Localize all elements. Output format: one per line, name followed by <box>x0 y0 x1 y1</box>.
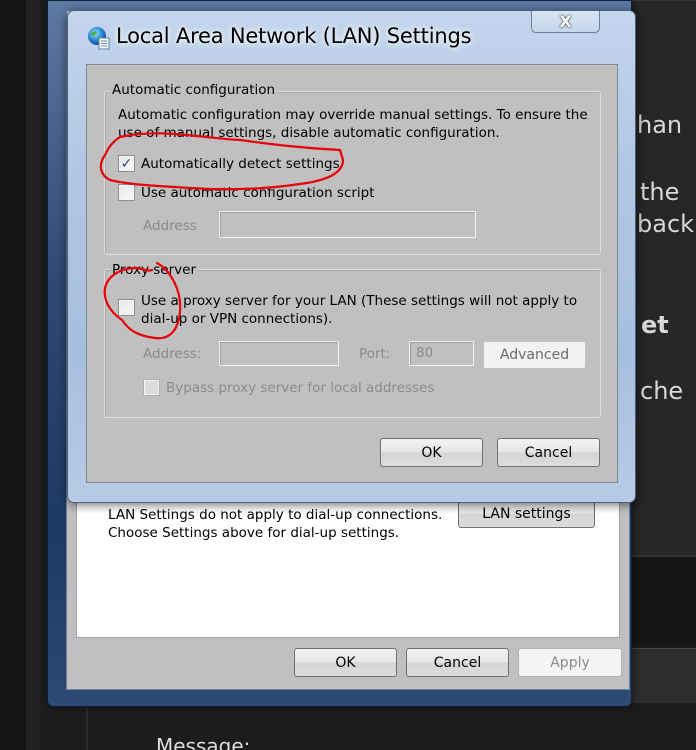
background-text-fragment: the <box>640 178 680 206</box>
use-script-label[interactable]: Use automatic configuration script <box>141 184 375 202</box>
dialog-title: Local Area Network (LAN) Settings <box>116 24 472 48</box>
proxy-server-legend: Proxy server <box>110 262 199 278</box>
proxy-address-input[interactable] <box>219 341 339 366</box>
checkmark-icon: ✓ <box>120 155 133 172</box>
background-stripe <box>26 0 40 750</box>
use-proxy-label[interactable]: Use a proxy server for your LAN (These s… <box>141 292 577 328</box>
background-vertical-line <box>86 705 88 750</box>
bypass-local-label[interactable]: Bypass proxy server for local addresses <box>166 379 434 397</box>
background-text-fragment: et <box>641 311 669 339</box>
close-icon: X <box>559 12 572 31</box>
lan-info-line-1: LAN Settings do not apply to dial-up con… <box>108 507 443 523</box>
advanced-button[interactable]: Advanced <box>483 341 586 369</box>
background-panel-bottom <box>630 648 696 703</box>
lan-info-line-2: Choose Settings above for dial-up settin… <box>108 525 400 541</box>
description-line-2: use of manual settings, disable automati… <box>118 125 500 141</box>
auto-detect-checkbox[interactable]: ✓ <box>118 155 135 172</box>
outer-apply-button[interactable]: Apply <box>518 648 622 677</box>
auto-detect-label[interactable]: Automatically detect settings <box>141 155 340 173</box>
close-button[interactable]: X <box>531 11 600 33</box>
background-sidebar <box>0 0 26 750</box>
outer-cancel-button[interactable]: Cancel <box>406 648 509 677</box>
proxy-port-input[interactable]: 80 <box>409 341 474 366</box>
background-text-fragment: han <box>637 111 683 139</box>
ok-button[interactable]: OK <box>380 438 483 467</box>
automatic-configuration-legend: Automatic configuration <box>110 82 278 98</box>
message-label: Message: <box>156 734 251 750</box>
network-globe-icon <box>88 27 110 50</box>
automatic-configuration-description: Automatic configuration may override man… <box>118 106 588 142</box>
background-panel-dark <box>630 555 696 645</box>
description-line-1: Automatic configuration may override man… <box>118 107 588 123</box>
proxy-address-label: Address: <box>143 346 202 362</box>
use-proxy-label-line-1: Use a proxy server for your LAN (These s… <box>141 293 578 309</box>
cancel-button[interactable]: Cancel <box>497 438 600 467</box>
proxy-port-label: Port: <box>359 346 391 362</box>
use-proxy-label-line-2: dial-up or VPN connections). <box>141 311 333 327</box>
use-proxy-checkbox[interactable] <box>118 299 135 316</box>
lan-info-text: LAN Settings do not apply to dial-up con… <box>108 506 442 542</box>
background-text-fragment: che <box>640 377 684 405</box>
background-panel <box>630 0 696 555</box>
bypass-local-checkbox[interactable] <box>143 379 160 396</box>
script-address-input[interactable] <box>219 211 476 238</box>
script-address-label: Address <box>143 218 197 234</box>
use-script-checkbox[interactable] <box>118 184 135 201</box>
lan-settings-button[interactable]: LAN settings <box>458 500 595 528</box>
background-text-fragment: back <box>637 210 695 238</box>
outer-ok-button[interactable]: OK <box>294 648 397 677</box>
